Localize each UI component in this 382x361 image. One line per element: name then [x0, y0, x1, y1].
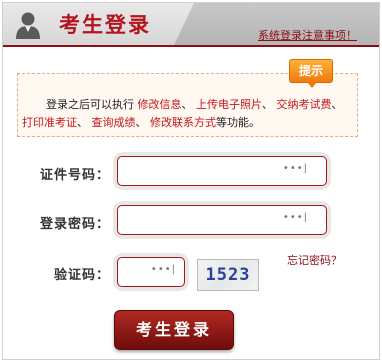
header-bar: 考生登录 系统登录注意事项！: [3, 3, 379, 47]
password-field[interactable]: •••|: [117, 205, 327, 235]
user-silhouette-icon: [16, 12, 40, 39]
tip-text-segment: 、: [135, 116, 150, 129]
captcha-label: 验证码：: [54, 268, 111, 283]
tip-function-link: 查询成绩: [91, 116, 136, 129]
tip-text-segment: 、: [181, 98, 196, 111]
key-icon: •••|: [282, 212, 308, 223]
tip-text-segment: 、: [262, 98, 277, 111]
login-button[interactable]: 考生登录: [114, 310, 234, 350]
forgot-password-link[interactable]: 忘记密码？: [287, 252, 342, 268]
id-number-label: 证件号码：: [40, 168, 111, 183]
tip-function-link: 上传电子照片: [196, 98, 262, 111]
tip-text-segment: 、: [331, 98, 343, 111]
password-label: 登录密码：: [40, 217, 111, 232]
tip-function-link: 打印准考证: [22, 116, 77, 129]
tip-text-segment: 登录之后可以执行: [46, 98, 138, 111]
tip-function-link: 交纳考试费: [276, 98, 332, 111]
key-icon: •••|: [150, 264, 176, 275]
tip-text-segment: 等功能。: [216, 116, 260, 129]
tip-function-link: 修改联系方式: [150, 116, 216, 129]
id-number-field-wrap: •••|: [113, 152, 331, 190]
tip-text-segment: 、: [77, 116, 92, 129]
id-number-field[interactable]: •••|: [117, 156, 327, 186]
login-panel: 考生登录 系统登录注意事项！ 登录之后可以执行 修改信息、 上传电子照片、 交纳…: [2, 2, 380, 360]
login-notice-link[interactable]: 系统登录注意事项！: [258, 27, 357, 43]
captcha-field-wrap: •••|: [113, 253, 189, 291]
tip-badge: 提示: [289, 59, 333, 88]
captcha-field[interactable]: •••|: [117, 257, 185, 287]
tip-text: 登录之后可以执行 修改信息、 上传电子照片、 交纳考试费、 打印准考证、 查询成…: [22, 96, 352, 132]
key-icon: •••|: [282, 163, 308, 174]
captcha-image[interactable]: 1523: [197, 259, 259, 291]
tip-function-link: 修改信息: [137, 98, 182, 111]
page-title: 考生登录: [59, 12, 151, 37]
password-field-wrap: •••|: [113, 201, 331, 239]
